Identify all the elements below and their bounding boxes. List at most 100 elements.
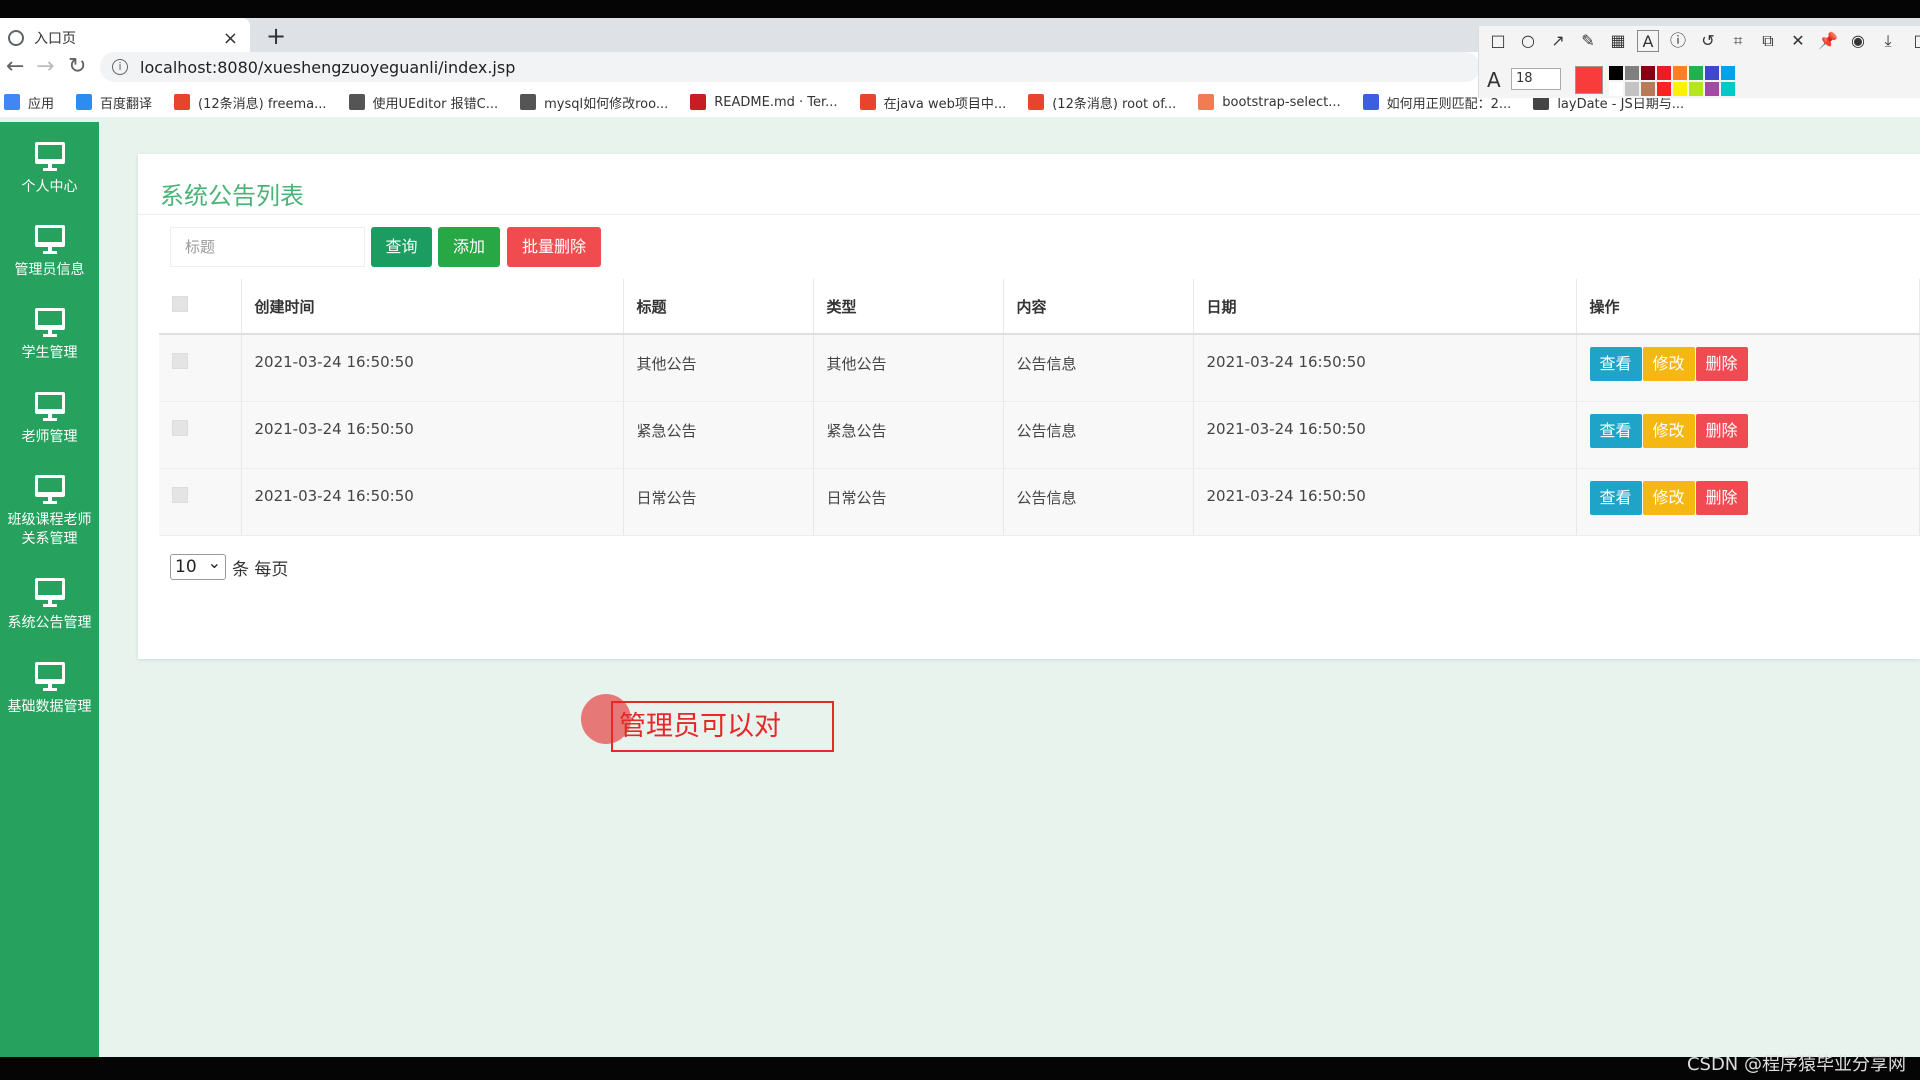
title-search-input[interactable]: 标题	[170, 227, 365, 267]
download-icon[interactable]: ⤓	[1877, 30, 1899, 52]
info-icon[interactable]: i	[112, 59, 128, 75]
palette-swatch[interactable]	[1673, 82, 1687, 96]
edit-button[interactable]: 修改	[1642, 347, 1695, 381]
delete-button[interactable]: 删除	[1695, 347, 1748, 381]
jianshu-icon	[1198, 94, 1215, 110]
crop-icon[interactable]: ⌗	[1727, 30, 1749, 52]
table-row: 2021-03-24 16:50:50 日常公告 日常公告 公告信息 2021-03-2…	[159, 468, 1920, 536]
sidebar-item[interactable]: 个人中心	[0, 142, 99, 197]
sidebar-item[interactable]: 学生管理	[0, 308, 99, 363]
view-button[interactable]: 查看	[1589, 413, 1642, 448]
delete-button[interactable]: 删除	[1695, 480, 1748, 515]
palette-swatch[interactable]	[1609, 82, 1623, 96]
bookmark-item[interactable]: bootstrap-select...	[1198, 94, 1341, 110]
text-tool-icon[interactable]: A	[1637, 30, 1659, 52]
tab-title: 入口页	[34, 31, 76, 47]
bookmark-item[interactable]: mysql如何修改roo...	[520, 93, 668, 112]
view-button[interactable]: 查看	[1589, 347, 1642, 381]
palette-swatch[interactable]	[1689, 82, 1703, 96]
title-divider	[138, 214, 1920, 215]
page-size-select[interactable]: 10	[170, 551, 226, 580]
arrow-icon[interactable]: ↗	[1547, 30, 1569, 52]
close-capture-icon[interactable]: ✕	[1787, 30, 1809, 52]
bookmark-label: bootstrap-select...	[1222, 94, 1341, 110]
palette-swatch[interactable]	[1705, 82, 1719, 96]
cell-created: 2021-03-24 16:50:50	[241, 334, 624, 402]
palette-swatch[interactable]	[1689, 66, 1703, 80]
table-row: 2021-03-24 16:50:50 紧急公告 紧急公告 公告信息 2021-03-2…	[159, 401, 1920, 469]
bookmark-item[interactable]: README.md · Ter...	[690, 94, 838, 110]
circle-icon[interactable]: ○	[1517, 30, 1539, 52]
cell-date: 2021-03-24 16:50:50	[1193, 468, 1577, 536]
sidebar: 个人中心管理员信息学生管理老师管理班级课程老师关系管理系统公告管理 基础数据管理	[0, 122, 99, 1057]
row-checkbox[interactable]	[172, 353, 188, 369]
pen-icon[interactable]: ✎	[1577, 30, 1599, 52]
palette-swatch[interactable]	[1657, 66, 1671, 80]
info-icon[interactable]: ⓘ	[1667, 30, 1689, 52]
sidebar-item-label: 管理员信息	[14, 262, 85, 278]
edit-button[interactable]: 修改	[1642, 413, 1695, 448]
view-button[interactable]: 查看	[1589, 480, 1642, 515]
palette-swatch[interactable]	[1657, 82, 1671, 96]
monitor-icon	[34, 308, 65, 338]
annotation-text-box[interactable]: 管理员可以对	[611, 701, 834, 752]
forward-icon[interactable]: →	[36, 54, 54, 79]
cell-created: 2021-03-24 16:50:50	[241, 401, 624, 469]
header-title: 标题	[623, 279, 814, 335]
palette-swatch[interactable]	[1705, 66, 1719, 80]
page-body: 个人中心 管理员信息 学生管理 老师管理 班级课程老师关系管理 系统公告管理 基础数据管理 …	[0, 117, 1920, 1057]
new-tab-button[interactable]: +	[266, 22, 286, 50]
current-color-swatch[interactable]	[1575, 66, 1603, 94]
bookmark-item[interactable]: 使用UEditor 报错C...	[348, 93, 498, 112]
bookmark-item[interactable]: (12条消息) freema...	[174, 93, 327, 112]
sidebar-item[interactable]: 管理员信息	[0, 225, 99, 280]
palette-swatch[interactable]	[1609, 66, 1623, 80]
palette-swatch[interactable]	[1721, 66, 1735, 80]
row-checkbox[interactable]	[172, 419, 188, 436]
palette-swatch[interactable]	[1625, 66, 1639, 80]
sidebar-item[interactable]: 班级课程老师关系管理	[0, 475, 99, 549]
pin-icon[interactable]: 📌	[1817, 30, 1839, 52]
delete-button[interactable]: 删除	[1695, 413, 1748, 448]
phone-icon[interactable]: ▯	[1907, 30, 1920, 52]
cell-type: 日常公告	[813, 468, 1004, 536]
rectangle-icon[interactable]: □	[1487, 30, 1509, 52]
select-all-checkbox[interactable]	[172, 296, 188, 312]
reload-icon[interactable]: ↻	[68, 54, 86, 79]
sidebar-item[interactable]: 老师管理	[0, 392, 99, 447]
add-button[interactable]: 添加	[438, 227, 500, 267]
url-field[interactable]: i localhost:8080/xueshengzuoyeguanli/ind…	[100, 52, 1480, 82]
palette-swatch[interactable]	[1673, 66, 1687, 80]
batch-delete-button[interactable]: 批量删除	[507, 227, 601, 267]
bookmark-label: README.md · Ter...	[714, 94, 838, 110]
record-icon[interactable]: ◉	[1847, 30, 1869, 52]
palette-swatch[interactable]	[1641, 66, 1655, 80]
row-checkbox[interactable]	[172, 486, 188, 503]
bookmark-label: (12条消息) freema...	[198, 96, 327, 112]
sidebar-item-label: 基础数据管理	[7, 699, 92, 715]
mysql-icon	[520, 94, 537, 110]
mosaic-icon[interactable]: ▦	[1607, 30, 1629, 52]
tab-close-icon[interactable]: ×	[223, 28, 238, 49]
edit-button[interactable]: 修改	[1642, 480, 1695, 515]
bookmark-label: (12条消息) root of...	[1052, 96, 1177, 112]
sidebar-item[interactable]: 基础数据管理	[0, 662, 99, 717]
bookmark-item[interactable]: 在java web项目中...	[859, 93, 1006, 112]
font-size-select[interactable]: 18	[1511, 68, 1561, 90]
palette-swatch[interactable]	[1625, 82, 1639, 96]
query-button[interactable]: 查询	[371, 227, 432, 267]
monitor-icon	[34, 392, 65, 422]
csdn-icon	[859, 94, 876, 110]
bookmark-item[interactable]: (12条消息) root of...	[1028, 93, 1176, 112]
sidebar-item-label: 系统公告管理	[7, 615, 92, 631]
palette-swatch[interactable]	[1641, 82, 1655, 96]
bookmark-item[interactable]: 应用	[4, 93, 54, 112]
sidebar-item[interactable]: 系统公告管理	[0, 578, 99, 633]
bookmark-item[interactable]: 百度翻译	[76, 93, 152, 112]
copy-icon[interactable]: ⧉	[1757, 30, 1779, 52]
undo-icon[interactable]: ↺	[1697, 30, 1719, 52]
back-icon[interactable]: ←	[6, 54, 24, 79]
cell-created: 2021-03-24 16:50:50	[241, 468, 624, 536]
csdn-icon	[1028, 94, 1045, 110]
palette-swatch[interactable]	[1721, 82, 1735, 96]
